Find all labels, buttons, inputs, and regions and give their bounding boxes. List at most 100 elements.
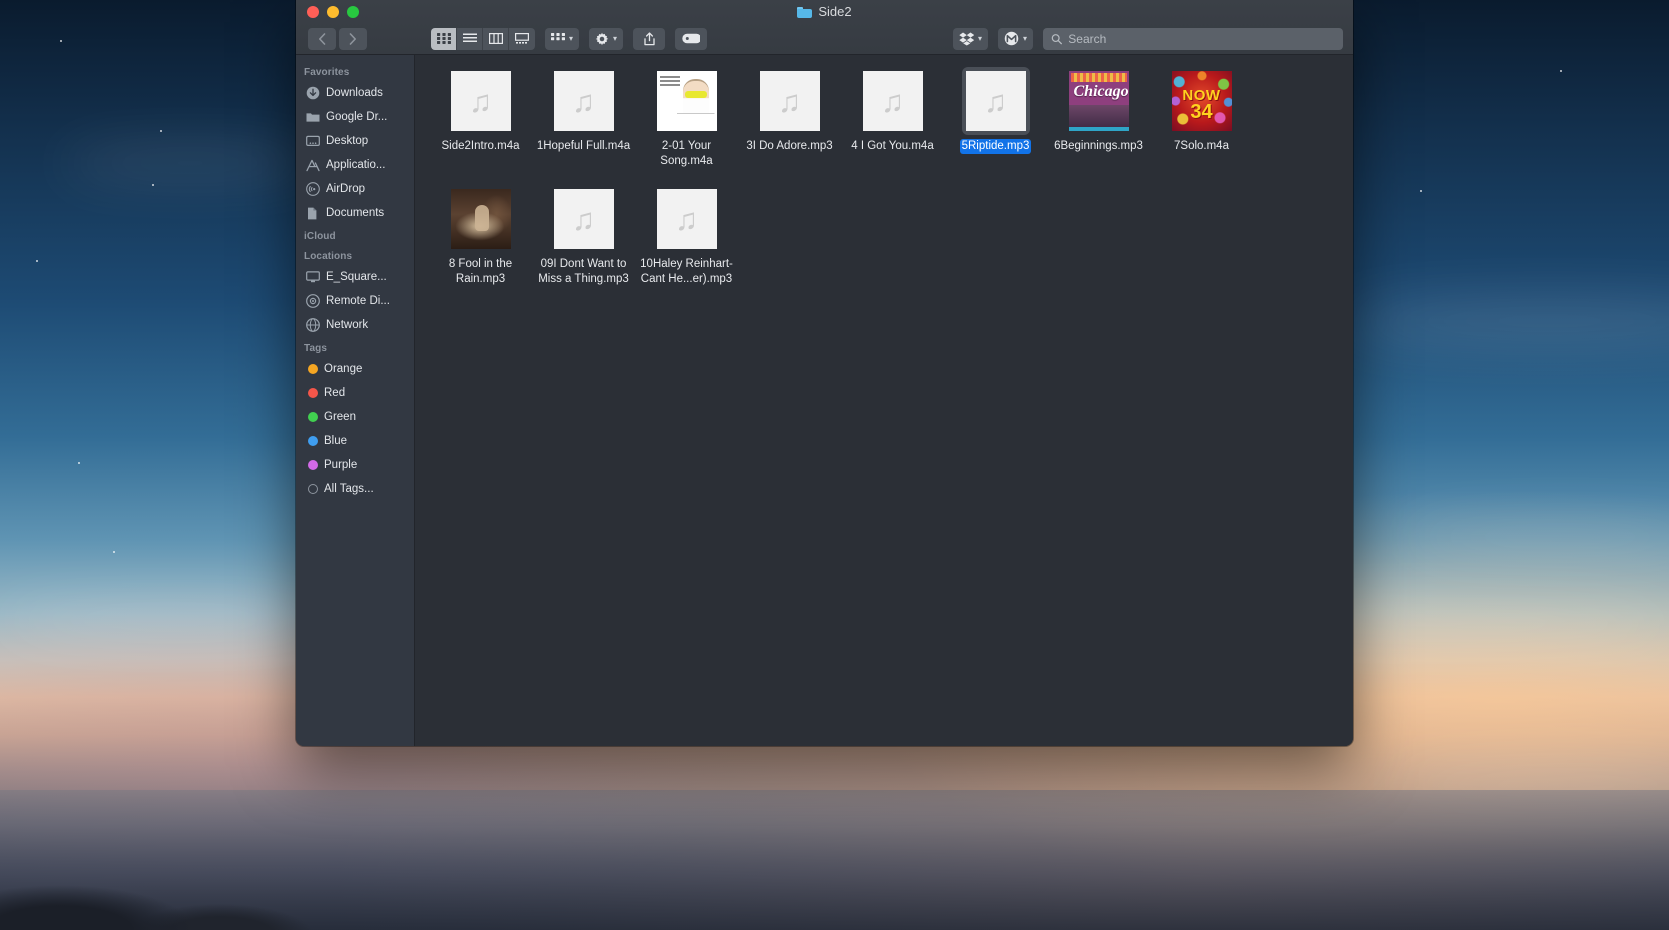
search-input[interactable] xyxy=(1068,31,1335,46)
file-item[interactable]: ♫ 3I Do Adore.mp3 xyxy=(738,67,841,169)
sidebar-item-applications[interactable]: Applicatio... xyxy=(296,153,414,177)
search-field[interactable] xyxy=(1043,27,1343,50)
sidebar-item-tag-orange[interactable]: Orange xyxy=(296,357,414,381)
star xyxy=(152,184,154,186)
search-icon xyxy=(1051,33,1062,44)
column-view-button[interactable] xyxy=(483,27,509,50)
gallery-icon xyxy=(515,33,529,44)
file-name-label: 1Hopeful Full.m4a xyxy=(536,140,631,152)
tag-button[interactable] xyxy=(675,27,708,50)
sidebar-item-downloads[interactable]: Downloads xyxy=(296,81,414,105)
sidebar-item-label: E_Square... xyxy=(326,271,387,283)
file-thumbnail: NOW 34 xyxy=(1168,67,1236,135)
sidebar-item-label: Red xyxy=(324,387,346,399)
file-item[interactable]: ♫ 09I Dont Want to Miss a Thing.mp3 xyxy=(532,185,635,287)
file-name-label: 7Solo.m4a xyxy=(1174,140,1229,152)
navigation-buttons xyxy=(308,27,367,50)
file-name-label: 6Beginnings.mp3 xyxy=(1054,140,1143,152)
star xyxy=(36,260,38,262)
file-item[interactable]: ♫ Side2Intro.m4a xyxy=(429,67,532,169)
cloud xyxy=(60,150,320,176)
chevron-down-icon: ▾ xyxy=(1022,34,1027,43)
sidebar-item-documents[interactable]: Documents xyxy=(296,201,414,225)
icon-view-button[interactable] xyxy=(431,27,457,50)
sidebar-section-favorites: Favorites xyxy=(304,67,350,78)
sidebar-item-airdrop[interactable]: AirDrop xyxy=(296,177,414,201)
sidebar-section-tags: Tags xyxy=(304,343,327,354)
display-icon xyxy=(306,270,320,284)
rocks xyxy=(0,820,360,930)
sidebar-item-label: AirDrop xyxy=(326,183,365,195)
file-grid: ♫ Side2Intro.m4a ♫ 1Hopeful Full.m4a 2-0… xyxy=(429,67,1353,303)
sidebar-item-tag-green[interactable]: Green xyxy=(296,405,414,429)
file-thumbnail: ♫ xyxy=(653,185,721,253)
share-icon xyxy=(643,31,655,45)
tag-dot-icon xyxy=(308,364,318,374)
file-thumbnail: ♫ xyxy=(550,67,618,135)
back-button[interactable] xyxy=(308,27,336,50)
file-item-selected[interactable]: ♫ 5Riptide.mp3 xyxy=(944,67,1047,169)
star xyxy=(78,462,80,464)
album-art-now-34: NOW 34 xyxy=(1171,71,1232,131)
tag-dot-icon xyxy=(308,412,318,422)
album-art-elton-john xyxy=(656,71,717,131)
file-item[interactable]: ♫ 1Hopeful Full.m4a xyxy=(532,67,635,169)
list-icon xyxy=(462,33,477,42)
sidebar-item-label: Purple xyxy=(324,459,358,471)
file-item[interactable]: 8 Fool in the Rain.mp3 xyxy=(429,185,532,287)
file-thumbnail: Chicago xyxy=(1065,67,1133,135)
album-art-fool-in-the-rain xyxy=(450,189,511,249)
sidebar-item-all-tags[interactable]: All Tags... xyxy=(296,477,414,501)
maximize-button[interactable] xyxy=(347,6,359,18)
star xyxy=(60,40,62,42)
sidebar-item-tag-red[interactable]: Red xyxy=(296,381,414,405)
window-title-text: Side2 xyxy=(818,4,852,19)
album-logo-text: Chicago xyxy=(1073,83,1129,100)
close-button[interactable] xyxy=(307,6,319,18)
action-menu-button[interactable]: ▾ xyxy=(589,27,624,50)
file-item[interactable]: NOW 34 7Solo.m4a xyxy=(1150,67,1253,169)
minimize-button[interactable] xyxy=(327,6,339,18)
grid-group-icon xyxy=(551,33,565,41)
sidebar-item-remote-disc[interactable]: Remote Di... xyxy=(296,289,414,313)
file-thumbnail: ♫ xyxy=(756,67,824,135)
file-browser-content[interactable]: ♫ Side2Intro.m4a ♫ 1Hopeful Full.m4a 2-0… xyxy=(415,55,1353,746)
sidebar-item-label: Blue xyxy=(324,435,348,447)
file-item[interactable]: Chicago 6Beginnings.mp3 xyxy=(1047,67,1150,169)
applications-icon xyxy=(306,158,320,172)
mega-menu-button[interactable]: ▾ xyxy=(997,27,1033,50)
airdrop-icon xyxy=(306,182,320,196)
sidebar-item-google-drive[interactable]: Google Dr... xyxy=(296,105,414,129)
music-file-icon: ♫ xyxy=(759,71,820,131)
group-by-button[interactable]: ▾ xyxy=(545,27,580,50)
chevron-right-icon xyxy=(349,32,356,45)
file-item[interactable]: ♫ 4 I Got You.m4a xyxy=(841,67,944,169)
sidebar-item-tag-purple[interactable]: Purple xyxy=(296,453,414,477)
chevron-left-icon xyxy=(319,32,326,45)
sidebar-item-e-square[interactable]: E_Square... xyxy=(296,265,414,289)
tag-dot-icon xyxy=(308,436,318,446)
music-file-icon: ♫ xyxy=(450,71,511,131)
columns-icon xyxy=(488,33,503,44)
file-name-label: 10Haley Reinhart-Cant He...er).mp3 xyxy=(640,258,733,285)
share-button[interactable] xyxy=(633,27,666,50)
gallery-view-button[interactable] xyxy=(509,28,535,50)
file-name-label: 09I Dont Want to Miss a Thing.mp3 xyxy=(538,258,629,285)
file-name-label: 8 Fool in the Rain.mp3 xyxy=(448,258,513,285)
sidebar-item-tag-blue[interactable]: Blue xyxy=(296,429,414,453)
file-item[interactable]: 2-01 Your Song.m4a xyxy=(635,67,738,169)
disc-icon xyxy=(306,294,320,308)
dropbox-menu-button[interactable]: ▾ xyxy=(952,27,988,50)
sidebar-item-desktop[interactable]: Desktop xyxy=(296,129,414,153)
file-item[interactable]: ♫ 10Haley Reinhart-Cant He...er).mp3 xyxy=(635,185,738,287)
dropbox-icon xyxy=(959,32,974,45)
toolbar: ▾ ▾ ▾ ▾ Search xyxy=(296,22,1353,55)
window-body: Favorites Downloads Google Dr... Desktop… xyxy=(296,55,1353,746)
list-view-button[interactable] xyxy=(457,27,483,50)
music-note-icon: ♫ xyxy=(777,83,802,119)
forward-button[interactable] xyxy=(339,27,367,50)
music-note-icon: ♫ xyxy=(571,201,596,237)
sidebar-item-network[interactable]: Network xyxy=(296,313,414,337)
sidebar-item-label: Applicatio... xyxy=(326,159,386,171)
file-thumbnail: ♫ xyxy=(550,185,618,253)
